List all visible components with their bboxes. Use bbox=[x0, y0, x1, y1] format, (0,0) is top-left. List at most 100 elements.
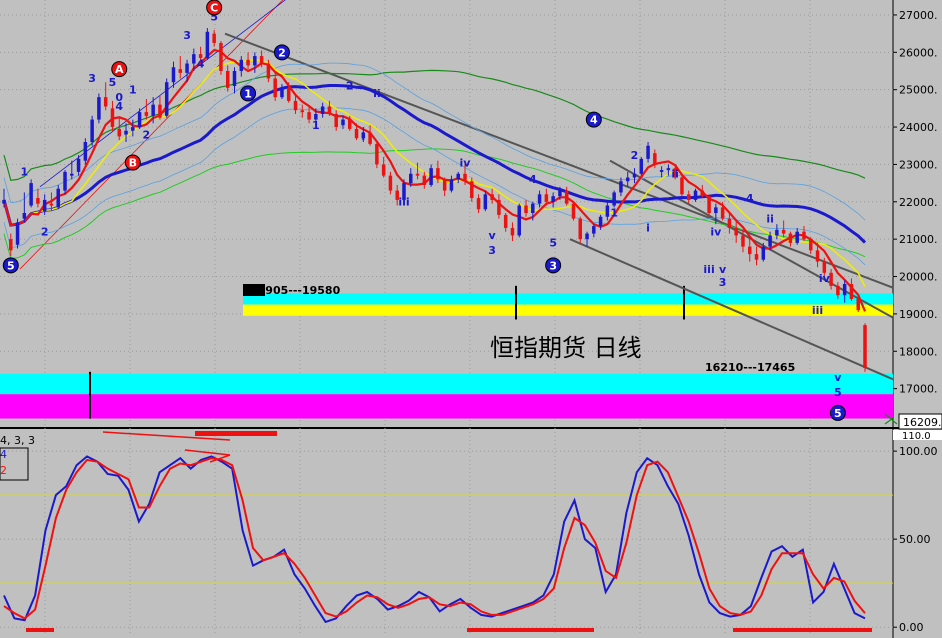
candle-body bbox=[212, 33, 216, 43]
wave-label: iv bbox=[460, 156, 472, 169]
wave-label: 3 bbox=[719, 276, 727, 289]
band-yellow-upper bbox=[243, 304, 893, 316]
divergence-marker bbox=[195, 431, 277, 436]
scale-cut-label: 110.0 bbox=[902, 431, 931, 442]
candle-body bbox=[219, 42, 223, 71]
candle-body bbox=[286, 87, 291, 101]
band-magenta-lower bbox=[0, 394, 893, 419]
candle-body bbox=[239, 59, 244, 71]
wave-label: 2 bbox=[41, 225, 49, 238]
candle-body bbox=[246, 59, 250, 66]
candle-body bbox=[388, 175, 393, 191]
candle-body bbox=[354, 128, 359, 139]
candle-body bbox=[544, 194, 549, 202]
y-tick-label: 17000. bbox=[899, 383, 938, 396]
wave-label: i bbox=[646, 222, 650, 235]
wave-label: iii bbox=[812, 304, 823, 317]
upper-band-label: 18905---19580 bbox=[250, 284, 341, 297]
candle-body bbox=[110, 108, 115, 128]
oscillator-legend-d: 2 bbox=[0, 464, 7, 477]
wave-label: i bbox=[761, 248, 765, 261]
candle-body bbox=[436, 168, 440, 180]
y-tick-label: 18000. bbox=[899, 345, 938, 358]
wave-label: C bbox=[210, 1, 218, 14]
candle-body bbox=[36, 198, 40, 204]
band-cyan-lower bbox=[0, 373, 893, 395]
wave-label: 3 bbox=[549, 259, 557, 272]
wave-label: 4 bbox=[590, 114, 598, 127]
candle-body bbox=[368, 132, 372, 144]
candle-body bbox=[659, 170, 664, 172]
wave-label: 2 bbox=[143, 128, 151, 141]
wave-label: 4 bbox=[529, 173, 537, 186]
candle-body bbox=[605, 205, 610, 217]
candle-body bbox=[151, 104, 155, 116]
candle-body bbox=[836, 285, 840, 296]
price-panel: 27000.26000.25000.24000.23000.22000.2100… bbox=[0, 0, 942, 638]
osc-y-tick-label: 50.00 bbox=[899, 533, 931, 546]
wave-label: 1 bbox=[244, 87, 252, 100]
candle-body bbox=[476, 198, 481, 210]
wave-label: 4 bbox=[197, 57, 205, 70]
wave-label: 4 bbox=[746, 192, 754, 205]
wave-label: 5 bbox=[7, 259, 15, 272]
candle-body bbox=[578, 218, 583, 240]
candle-body bbox=[137, 112, 142, 128]
candle-body bbox=[754, 254, 759, 260]
candle-body bbox=[714, 207, 718, 213]
candle-body bbox=[734, 227, 738, 236]
candle-body bbox=[829, 272, 833, 286]
candle-body bbox=[463, 173, 467, 182]
wave-label: iv bbox=[819, 272, 831, 285]
candle-body bbox=[822, 261, 827, 273]
candle-body bbox=[612, 192, 616, 206]
candle-body bbox=[727, 218, 732, 228]
wave-label: 5 bbox=[549, 237, 557, 250]
candle-body bbox=[76, 158, 81, 172]
candle-body bbox=[327, 106, 332, 114]
candle-body bbox=[171, 67, 176, 83]
y-tick-label: 25000. bbox=[899, 84, 938, 97]
candle-body bbox=[348, 119, 352, 129]
candle-body bbox=[63, 171, 67, 191]
y-tick-label: 24000. bbox=[899, 121, 938, 134]
candle-body bbox=[124, 130, 128, 135]
candle-body bbox=[768, 235, 772, 247]
wave-label: 1 bbox=[312, 119, 320, 132]
candle-body bbox=[646, 145, 650, 159]
candle-body bbox=[707, 196, 711, 213]
candle-body bbox=[158, 104, 162, 118]
y-tick-label: 19000. bbox=[899, 308, 938, 321]
candle-body bbox=[449, 179, 454, 191]
lower-band-label: 16210---17465 bbox=[705, 361, 795, 374]
candle-body bbox=[90, 119, 94, 142]
chart-canvas: 27000.26000.25000.24000.23000.22000.2100… bbox=[0, 0, 942, 638]
candle-body bbox=[131, 127, 135, 131]
wave-label: 3 bbox=[183, 29, 191, 42]
candle-body bbox=[849, 284, 854, 299]
candle-body bbox=[341, 119, 345, 126]
candle-body bbox=[429, 168, 433, 185]
candle-body bbox=[537, 194, 542, 204]
candle-body bbox=[686, 194, 691, 200]
candle-body bbox=[266, 63, 271, 79]
candle-body bbox=[178, 69, 183, 73]
candle-body bbox=[22, 213, 27, 219]
candle-body bbox=[517, 205, 521, 236]
candle-body bbox=[700, 190, 705, 197]
wave-label: iii bbox=[398, 196, 409, 209]
background bbox=[0, 0, 942, 638]
y-tick-label: 26000. bbox=[899, 46, 938, 59]
candle-body bbox=[15, 222, 20, 245]
wave-label: 5 bbox=[109, 76, 117, 89]
candle-body bbox=[225, 71, 230, 88]
y-tick-label: 21000. bbox=[899, 233, 938, 246]
wave-label: ii bbox=[766, 212, 774, 225]
band-cyan-upper bbox=[243, 293, 893, 305]
candle-body bbox=[632, 173, 637, 178]
candle-body bbox=[9, 239, 13, 251]
candle-body bbox=[741, 235, 745, 247]
candle-body bbox=[693, 190, 698, 200]
candle-body bbox=[781, 229, 786, 234]
wave-label: 1 bbox=[129, 83, 137, 96]
